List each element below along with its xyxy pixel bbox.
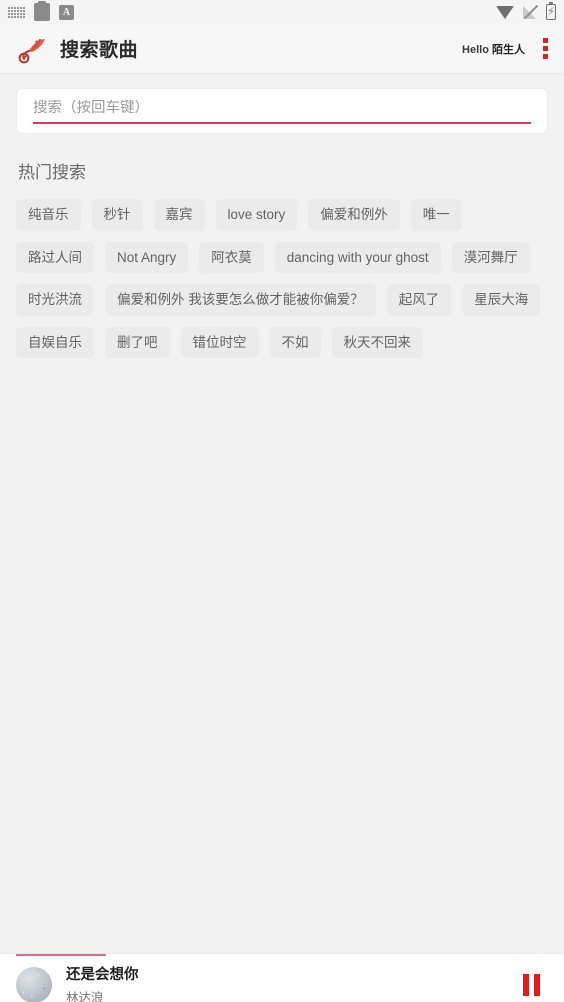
wifi-icon bbox=[496, 5, 514, 19]
album-art[interactable] bbox=[16, 966, 52, 1002]
signal-off-icon bbox=[523, 5, 537, 19]
hot-search-tag[interactable]: Not Angry bbox=[105, 241, 189, 274]
greeting: Hello 陌生人 bbox=[462, 41, 525, 57]
clipboard-icon bbox=[34, 1, 50, 21]
status-bar: A ⚡ bbox=[0, 0, 564, 24]
music-bird-logo-icon bbox=[16, 34, 50, 64]
hot-search-tag[interactable]: 漠河舞厅 bbox=[451, 241, 530, 274]
main-content: 热门搜索 纯音乐秒针嘉宾 love story 偏爱和例外唯一路过人间 Not Ang… bbox=[0, 88, 564, 1002]
hot-search-tag[interactable]: 删了吧 bbox=[105, 326, 170, 359]
search-input[interactable] bbox=[33, 100, 531, 122]
battery-charging-icon: ⚡ bbox=[546, 1, 556, 20]
playback-progress-bar[interactable] bbox=[16, 954, 106, 956]
hot-search-tag[interactable]: 路过人间 bbox=[16, 241, 94, 274]
hot-search-tag[interactable]: 不如 bbox=[269, 326, 321, 359]
menu-dot bbox=[543, 46, 548, 51]
hot-search-tag[interactable]: love story bbox=[215, 199, 298, 231]
brand[interactable]: 搜索歌曲 bbox=[16, 34, 138, 64]
track-title: 还是会想你 bbox=[66, 967, 139, 983]
hot-search-tag[interactable]: 秋天不回来 bbox=[331, 326, 423, 359]
search-card[interactable] bbox=[16, 88, 548, 134]
hot-search-tag[interactable]: 唯一 bbox=[410, 199, 462, 231]
hot-search-tag[interactable]: 错位时空 bbox=[180, 326, 259, 359]
hot-search-tag[interactable]: dancing with your ghost bbox=[274, 241, 441, 274]
hot-search-tag[interactable]: 星辰大海 bbox=[462, 284, 541, 316]
player-bar: 还是会想你 林达浪 bbox=[0, 953, 564, 1002]
keyboard-icon bbox=[8, 6, 25, 18]
hot-search-tag[interactable]: 嘉宾 bbox=[153, 199, 205, 231]
hot-search-tag[interactable]: 自娱自乐 bbox=[16, 326, 94, 359]
pause-button[interactable] bbox=[519, 970, 544, 1000]
hot-search-tag-list: 纯音乐 秒针 嘉宾 love story 偏爱和例外 唯一路过人间 Not Angry 阿衣莫… bbox=[0, 183, 564, 359]
battery-bolt-glyph: ⚡ bbox=[547, 5, 555, 18]
pause-bar bbox=[523, 973, 529, 996]
page-title: 搜索歌曲 bbox=[60, 40, 139, 61]
greeting-prefix: Hello bbox=[462, 43, 492, 56]
hot-search-tag[interactable]: 纯音乐 bbox=[16, 199, 81, 231]
a-text-icon: A bbox=[59, 4, 74, 20]
username: 陌生人 bbox=[492, 43, 525, 56]
menu-dot bbox=[543, 54, 548, 59]
hot-search-title: 热门搜索 bbox=[18, 163, 86, 182]
app-header-right: Hello 陌生人 bbox=[462, 36, 550, 61]
status-bar-right-icons: ⚡ bbox=[496, 0, 556, 24]
pause-bar bbox=[534, 973, 540, 996]
track-artist: 林达浪 bbox=[66, 991, 104, 1002]
overflow-menu-icon[interactable] bbox=[541, 36, 550, 61]
search-underline bbox=[33, 122, 531, 124]
app-header: 搜索歌曲 Hello 陌生人 bbox=[0, 24, 564, 74]
track-info: 还是会想你 林达浪 bbox=[66, 963, 139, 1002]
menu-dot bbox=[543, 38, 548, 43]
hot-search-tag[interactable]: 时光洪流 bbox=[16, 284, 94, 316]
hot-search-tag[interactable]: 偏爱和例外 bbox=[308, 199, 400, 231]
hot-search-tag[interactable]: 秒针 bbox=[91, 199, 143, 231]
hot-search-tag[interactable]: 起风了 bbox=[386, 284, 452, 316]
hot-search-tag[interactable]: 偏爱和例外 我该要怎么做才能被你偏爱？ bbox=[105, 284, 376, 316]
status-bar-left-icons: A bbox=[8, 1, 74, 21]
hot-search-tag[interactable]: 阿衣莫 bbox=[199, 241, 264, 274]
